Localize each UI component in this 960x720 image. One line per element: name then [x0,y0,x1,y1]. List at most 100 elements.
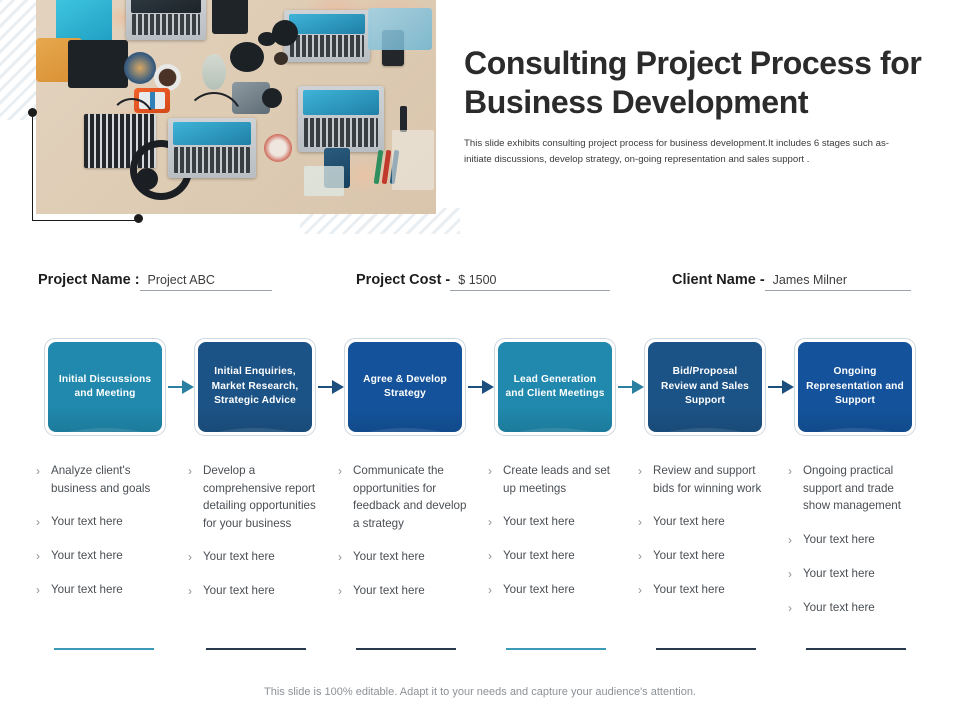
process-stage-3[interactable]: Agree & Develop Strategy [344,338,466,436]
list-item-text: Your text here [203,550,275,564]
list-item[interactable]: › Review and support bids for winning wor… [638,462,772,497]
page-title: Consulting Project Process for Business … [464,45,922,121]
list-item[interactable]: › Your text here [788,565,922,583]
process-stage-row: Initial Discussions and Meeting Initial E… [0,338,960,438]
chevron-right-icon: › [488,464,492,478]
chevron-right-icon: › [788,566,792,581]
list-item[interactable]: › Your text here [488,513,622,531]
list-item[interactable]: › Your text here [36,513,170,531]
list-item-text: Your text here [503,583,575,597]
photo-object-paper [368,8,432,50]
list-item[interactable]: › Your text here [488,581,622,599]
list-item[interactable]: › Ongoing practical support and trade sho… [788,462,922,515]
chevron-right-icon: › [36,583,40,598]
chevron-right-icon: › [188,464,192,478]
list-item-text: Develop a comprehensive report detailing… [203,464,316,530]
process-stage-label: Ongoing Representation and Support [806,366,904,407]
chevron-right-icon: › [488,549,492,564]
project-cost-field[interactable]: Project Cost - $ 1500 [356,272,611,291]
list-item[interactable]: › Your text here [36,581,170,599]
project-name-field[interactable]: Project Name : Project ABC [38,272,272,291]
client-name-input[interactable]: James Milner [764,273,911,291]
list-item[interactable]: › Create leads and set up meetings [488,462,622,497]
list-item[interactable]: › Communicate the opportunities for feedb… [338,462,472,532]
list-item-text: Analyze client's business and goals [51,464,151,495]
chevron-right-icon: › [338,584,342,599]
client-name-field[interactable]: Client Name - James Milner [672,272,911,291]
photo-object-laptop [298,86,384,152]
hero-image [36,0,436,214]
list-item-text: Your text here [51,549,123,563]
flow-arrow-icon-3 [468,380,494,394]
desk-photo [36,0,436,214]
list-item[interactable]: › Your text here [638,513,772,531]
detail-column-6: › Ongoing practical support and trade sho… [788,462,922,650]
column-underline-4 [506,648,606,650]
list-item-text: Your text here [203,584,275,598]
photo-object-paper [392,130,434,190]
chevron-right-icon: › [36,464,40,478]
flow-arrow-icon-2 [318,380,344,394]
list-item-text: Your text here [353,550,425,564]
list-item[interactable]: › Your text here [338,548,472,566]
column-underline-3 [356,648,456,650]
list-item-text: Your text here [803,532,875,546]
detail-column-2: › Develop a comprehensive report detailin… [188,462,322,650]
photo-object-notebook [68,40,128,88]
photo-object-laptop [126,0,206,40]
project-name-input[interactable]: Project ABC [139,273,272,291]
footer-note: This slide is 100% editable. Adapt it to… [264,686,696,698]
chevron-right-icon: › [788,600,792,615]
photo-object-glass [264,134,292,162]
list-item[interactable]: › Your text here [488,547,622,565]
photo-object-coffee [154,64,181,91]
list-item-text: Communicate the opportunities for feedba… [353,464,467,530]
process-stage-5[interactable]: Bid/Proposal Review and Sales Support [644,338,766,436]
bracket-dot-right [134,214,143,223]
process-stage-label: Agree & Develop Strategy [363,373,447,399]
list-item[interactable]: › Your text here [188,582,322,600]
photo-object-marker [400,106,407,132]
list-item-text: Your text here [653,515,725,529]
photo-object-headphone-cup [136,168,158,190]
process-stage-4[interactable]: Lead Generation and Client Meetings [494,338,616,436]
list-item-text: Your text here [503,515,575,529]
chevron-right-icon: › [638,515,642,530]
photo-object-mouse [262,88,282,108]
column-underline-2 [206,648,306,650]
list-item[interactable]: › Develop a comprehensive report detailin… [188,462,322,532]
list-item-text: Ongoing practical support and trade show… [803,464,901,513]
list-item[interactable]: › Your text here [788,599,922,617]
list-item[interactable]: › Your text here [36,547,170,565]
process-stage-body: Agree & Develop Strategy [348,342,462,432]
process-stage-body: Ongoing Representation and Support [798,342,912,432]
project-cost-input[interactable]: $ 1500 [450,273,611,291]
chevron-right-icon: › [638,464,642,478]
photo-object-lid [274,52,288,65]
flow-arrow-icon-5 [768,380,794,394]
list-item-text: Your text here [803,566,875,580]
photo-object-notebook [212,0,248,34]
page-subtitle: This slide exhibits consulting project p… [464,138,890,165]
list-item[interactable]: › Your text here [638,547,772,565]
list-item-text: Your text here [503,549,575,563]
list-item-text: Your text here [51,515,123,529]
bracket-dot-top [28,108,37,117]
list-item[interactable]: › Your text here [788,531,922,549]
list-item[interactable]: › Your text here [188,548,322,566]
process-stage-6[interactable]: Ongoing Representation and Support [794,338,916,436]
project-cost-label: Project Cost - [356,272,451,288]
diagonal-stripes-top-left [0,0,36,120]
process-stage-1[interactable]: Initial Discussions and Meeting [44,338,166,436]
photo-object-laptop [168,118,256,178]
chevron-right-icon: › [188,584,192,599]
list-item[interactable]: › Analyze client's business and goals [36,462,170,497]
list-item[interactable]: › Your text here [638,581,772,599]
chevron-right-icon: › [788,464,792,478]
column-underline-6 [806,648,906,650]
project-name-label: Project Name : [38,272,140,288]
detail-column-3: › Communicate the opportunities for feedb… [338,462,472,650]
list-item[interactable]: › Your text here [338,582,472,600]
process-stage-2[interactable]: Initial Enquiries, Market Research, Stra… [194,338,316,436]
list-item-text: Your text here [653,583,725,597]
